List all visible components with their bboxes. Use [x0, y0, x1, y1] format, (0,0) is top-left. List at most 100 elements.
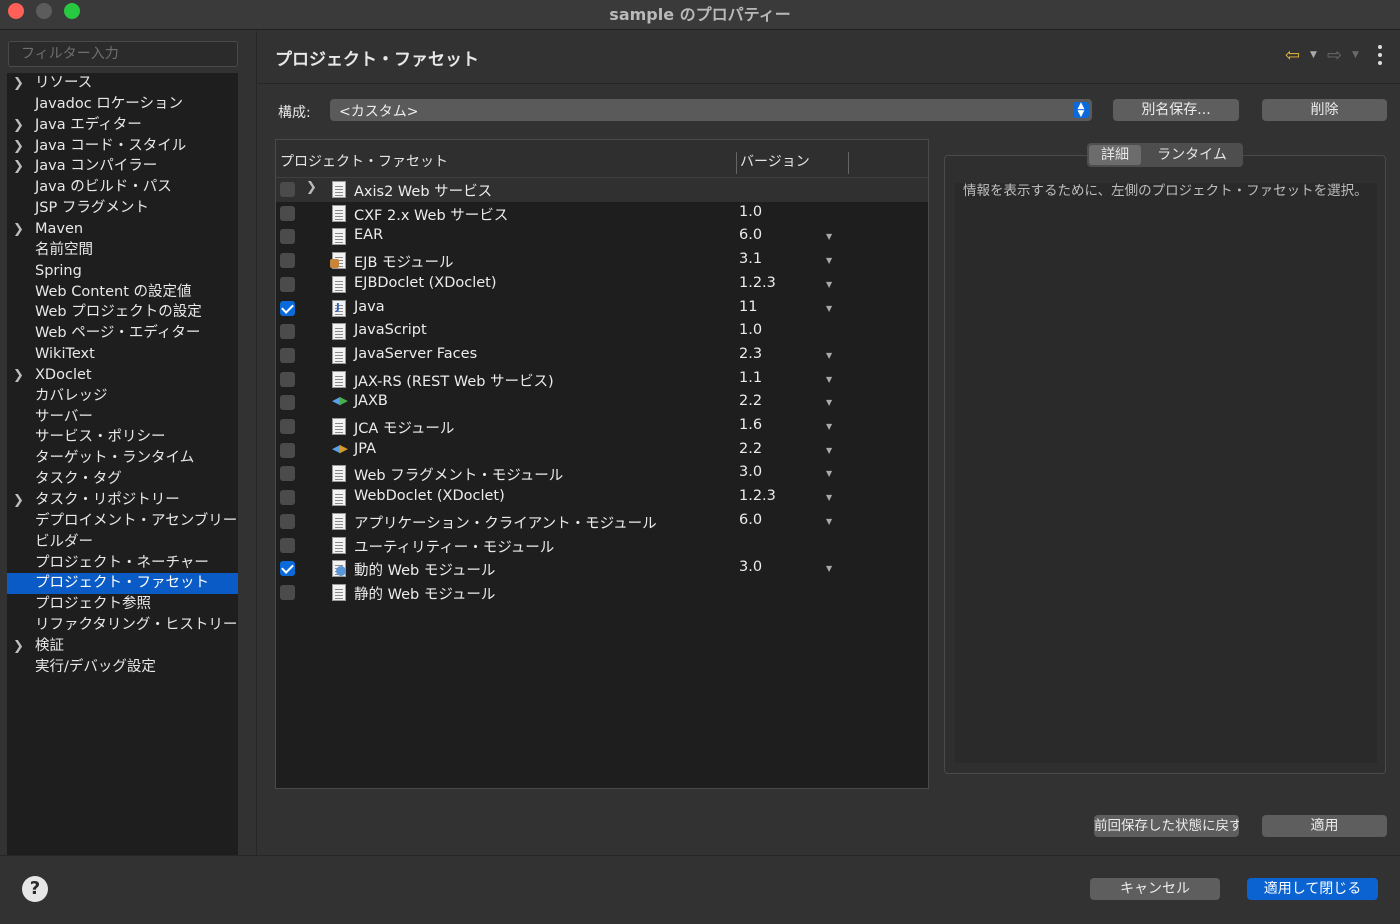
table-row[interactable]: アプリケーション・クライアント・モジュール 6.0 ▼	[276, 510, 928, 534]
facet-checkbox[interactable]	[280, 324, 295, 340]
facet-version[interactable]: 1.6	[739, 417, 762, 433]
cancel-button[interactable]: キャンセル	[1090, 878, 1220, 900]
sidebar-item[interactable]: プロジェクト参照	[7, 594, 238, 615]
facet-version[interactable]: 1.0	[739, 204, 762, 220]
facet-checkbox[interactable]	[280, 419, 295, 434]
delete-button[interactable]: 削除	[1262, 99, 1387, 121]
sidebar-item[interactable]: ❯ Java コード・スタイル	[7, 136, 238, 157]
facet-checkbox[interactable]	[280, 395, 295, 411]
version-dropdown-icon[interactable]: ▼	[826, 304, 832, 313]
sidebar-item[interactable]: ❯ XDoclet	[7, 365, 238, 386]
facet-version[interactable]: 3.0	[739, 559, 762, 575]
table-row[interactable]: JAX-RS (REST Web サービス) 1.1 ▼	[276, 368, 928, 392]
sidebar-item[interactable]: プロジェクト・ファセット	[7, 573, 238, 595]
version-dropdown-icon[interactable]: ▼	[826, 446, 832, 455]
column-divider[interactable]	[848, 152, 849, 174]
version-dropdown-icon[interactable]: ▼	[826, 398, 832, 407]
version-dropdown-icon[interactable]: ▼	[826, 232, 832, 241]
table-row[interactable]: JavaScript 1.0	[276, 320, 928, 344]
version-dropdown-icon[interactable]: ▼	[826, 564, 832, 573]
sidebar-tree[interactable]: ❯ リソース Javadoc ロケーション ❯ Java エディター ❯ Java コード・…	[7, 73, 238, 855]
table-row[interactable]: 静的 Web モジュール	[276, 581, 928, 605]
facet-column-header[interactable]: プロジェクト・ファセット	[280, 151, 448, 171]
sidebar-item[interactable]: 実行/デバッグ設定	[7, 657, 238, 678]
forward-arrow-icon[interactable]: ⇨	[1327, 45, 1342, 66]
more-menu-icon[interactable]	[1372, 42, 1388, 68]
sidebar-item[interactable]: リファクタリング・ヒストリー	[7, 615, 238, 636]
apply-and-close-button[interactable]: 適用して閉じる	[1247, 878, 1378, 900]
table-row[interactable]: ❯ Axis2 Web サービス	[276, 178, 928, 202]
sidebar-item[interactable]: Spring	[7, 261, 238, 282]
facet-checkbox[interactable]	[280, 561, 295, 577]
facet-checkbox[interactable]	[280, 253, 295, 269]
facet-version[interactable]: 2.2	[739, 393, 762, 409]
facet-checkbox[interactable]	[280, 300, 295, 316]
facet-checkbox[interactable]	[280, 205, 295, 221]
sidebar-item[interactable]: Web プロジェクトの設定	[7, 302, 238, 323]
facet-version[interactable]: 3.1	[739, 251, 762, 267]
sidebar-item[interactable]: ❯ タスク・リポジトリー	[7, 490, 238, 511]
facet-version[interactable]: 2.2	[739, 441, 762, 457]
sidebar-item[interactable]: Java のビルド・パス	[7, 177, 238, 198]
facet-checkbox[interactable]	[280, 442, 295, 458]
facet-checkbox[interactable]	[280, 229, 295, 245]
sidebar-item[interactable]: ビルダー	[7, 532, 238, 553]
facet-version[interactable]: 1.2.3	[739, 488, 776, 504]
apply-button[interactable]: 適用	[1262, 815, 1387, 837]
version-dropdown-icon[interactable]: ▼	[826, 280, 832, 289]
sidebar-item[interactable]: Javadoc ロケーション	[7, 94, 238, 115]
table-row[interactable]: EAR 6.0 ▼	[276, 225, 928, 249]
sidebar-item[interactable]: Web Content の設定値	[7, 282, 238, 303]
sidebar-item[interactable]: Web ページ・エディター	[7, 323, 238, 344]
sidebar-item[interactable]: ❯ Maven	[7, 219, 238, 240]
forward-menu-chevron-icon[interactable]: ▼	[1352, 50, 1359, 60]
table-row[interactable]: JCA モジュール 1.6 ▼	[276, 415, 928, 439]
facet-version[interactable]: 3.0	[739, 464, 762, 480]
sidebar-item[interactable]: サーバー	[7, 407, 238, 428]
sidebar-item[interactable]: プロジェクト・ネーチャー	[7, 553, 238, 574]
facet-version[interactable]: 1.0	[739, 322, 762, 338]
table-row[interactable]: ユーティリティー・モジュール	[276, 534, 928, 558]
version-dropdown-icon[interactable]: ▼	[826, 469, 832, 478]
sidebar-item[interactable]: ❯ 検証	[7, 636, 238, 657]
chevron-right-icon[interactable]: ❯	[13, 156, 24, 177]
sidebar-item[interactable]: 名前空間	[7, 240, 238, 261]
chevron-right-icon[interactable]: ❯	[13, 490, 24, 511]
filter-input[interactable]	[9, 42, 237, 66]
tab-details[interactable]: 詳細	[1089, 145, 1141, 165]
version-dropdown-icon[interactable]: ▼	[826, 422, 832, 431]
facet-checkbox[interactable]	[280, 276, 295, 292]
table-row[interactable]: Java 11 ▼	[276, 297, 928, 321]
chevron-right-icon[interactable]: ❯	[13, 365, 24, 386]
filter-field[interactable]	[8, 41, 238, 67]
sidebar-item[interactable]: ❯ リソース	[7, 73, 238, 94]
version-dropdown-icon[interactable]: ▼	[826, 375, 832, 384]
chevron-right-icon[interactable]: ❯	[306, 180, 317, 195]
facet-checkbox[interactable]	[280, 537, 295, 553]
tab-runtime[interactable]: ランタイム	[1143, 145, 1241, 165]
table-row[interactable]: ◀▶ JPA 2.2 ▼	[276, 439, 928, 463]
facet-version[interactable]: 2.3	[739, 346, 762, 362]
table-row[interactable]: CXF 2.x Web サービス 1.0	[276, 202, 928, 226]
sidebar-item[interactable]: デプロイメント・アセンブリー	[7, 511, 238, 532]
facet-version[interactable]: 6.0	[739, 227, 762, 243]
facet-checkbox[interactable]	[280, 182, 295, 197]
chevron-right-icon[interactable]: ❯	[13, 636, 24, 657]
help-icon[interactable]: ?	[22, 876, 48, 902]
sidebar-item[interactable]: カバレッジ	[7, 386, 238, 407]
sidebar-item[interactable]: JSP フラグメント	[7, 198, 238, 219]
facet-version[interactable]: 6.0	[739, 512, 762, 528]
sidebar-item[interactable]: ❯ Java エディター	[7, 115, 238, 136]
revert-button[interactable]: 前回保存した状態に戻す	[1094, 815, 1239, 837]
facet-version[interactable]: 1.2.3	[739, 275, 776, 291]
facet-checkbox[interactable]	[280, 513, 295, 529]
facet-checkbox[interactable]	[280, 347, 295, 363]
facet-checkbox[interactable]	[280, 371, 295, 387]
version-column-header[interactable]: バージョン	[740, 151, 810, 171]
chevron-right-icon[interactable]: ❯	[13, 73, 24, 94]
table-row[interactable]: EJBDoclet (XDoclet) 1.2.3 ▼	[276, 273, 928, 297]
sidebar-item[interactable]: ❯ Java コンパイラー	[7, 156, 238, 177]
facet-checkbox[interactable]	[280, 466, 295, 482]
facets-table[interactable]: プロジェクト・ファセット バージョン ❯ Axis2 Web サービス CXF 2.…	[275, 139, 929, 789]
version-dropdown-icon[interactable]: ▼	[826, 351, 832, 360]
